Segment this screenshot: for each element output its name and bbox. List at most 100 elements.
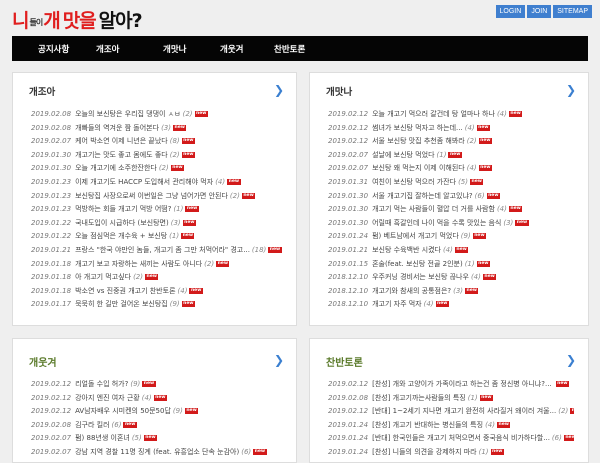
- panel-title: 개웃겨: [29, 358, 57, 369]
- new-badge: new: [241, 192, 256, 199]
- list-item[interactable]: 2019.02.07 설날에 보신탕 먹었다 (1) new: [328, 149, 574, 163]
- new-badge: new: [472, 233, 487, 240]
- list-item[interactable]: 2019.02.07 보신탕 왜 먹는지 이제 이해된다 (4) new: [328, 162, 574, 176]
- list-item[interactable]: 2019.02.08 개빠들의 역겨운 짬 돌어본다 (3) new: [31, 122, 282, 136]
- comment-count: (2): [182, 110, 193, 118]
- list-item[interactable]: 2019.01.17 묵묵히 한 길만 걸어온 보신탕집 (9) new: [31, 298, 282, 312]
- list-item[interactable]: 2019.01.24 펌) 베트남에서 개고기 먹었다 (9) new: [328, 230, 574, 244]
- list-item[interactable]: 2018.12.10 개고기와 참새의 공통점은? (3) new: [328, 285, 574, 299]
- post-date: 2019.01.18: [31, 286, 72, 295]
- chevron-right-icon[interactable]: ❯: [274, 83, 284, 97]
- list-item[interactable]: 2018.12.10 개고기 자주 먹자 (4) new: [328, 298, 574, 312]
- comment-count: (9): [169, 300, 180, 309]
- post-title: 혼술(feat. 보신탕 전골 2인분): [372, 259, 463, 268]
- nav-item-gaemanna[interactable]: 개맛나: [163, 43, 186, 55]
- list-item[interactable]: 2018.12.10 우주커닝 경비서는 보신탕 끊나우 (4) new: [328, 271, 574, 285]
- list-item[interactable]: 2019.02.08 오늘의 보신탕은 우리집 댕댕이 ㅅㅂ (2) new: [31, 108, 282, 122]
- list-item[interactable]: 2019.02.07 펌) 88년생 이혼녀 (5) new: [31, 432, 282, 446]
- list-item[interactable]: 2019.02.07 케어 박소연 이제 니년은 끝났다 (8) new: [31, 135, 282, 149]
- list-item[interactable]: 2019.02.12 리얼돌 수입 허가? (9) new: [31, 378, 282, 392]
- post-list: 2019.02.12 오늘 개고기 먹으러 갈건데 탕 얼마나 하나 (4) new 2…: [328, 108, 574, 312]
- comment-count: (8): [169, 137, 180, 146]
- new-badge: new: [181, 233, 195, 240]
- new-badge: new: [469, 178, 484, 185]
- comment-count: (6): [474, 191, 485, 200]
- post-list: 2019.02.12 리얼돌 수입 허가? (9) new 2019.02.12 강아지 …: [31, 378, 282, 460]
- join-button[interactable]: JOIN: [527, 5, 552, 18]
- list-item[interactable]: 2019.01.23 이제 개고기도 HACCP 도입해서 관리해야 먹자 (4) n…: [31, 176, 282, 190]
- list-item[interactable]: 2019.02.12 서울 보신탕 맛집 추천좀 해봐라 (2) new: [328, 135, 574, 149]
- list-item[interactable]: 2019.02.07 강남 지역 경찰 11명 징계 (feat. 유흥업소 단속…: [31, 446, 282, 460]
- post-title: 썸녀가 보신탕 먹자고 하는데...: [372, 123, 463, 132]
- nav-item-gaejoa[interactable]: 개조아: [96, 43, 119, 55]
- list-item[interactable]: 2019.01.30 개고기 먹는 사람들이 혈압 더 거를 사람함 (4) new: [328, 203, 574, 217]
- list-item[interactable]: 2019.01.30 오늘 개고기에 소주한잔한다 (2) new: [31, 162, 282, 176]
- list-item[interactable]: 2019.01.23 먹방하는 회들 개고기 먹방 어떰? (1) new: [31, 203, 282, 217]
- new-badge: new: [181, 151, 196, 158]
- list-item[interactable]: 2019.01.30 어릴때 흑갈인데 나이 먹을 수록 맛있는 음식 (3) new: [328, 217, 574, 231]
- post-date: 2019.01.21: [31, 245, 72, 254]
- post-title: 국내도입이 시급하다 (보신탕면): [75, 218, 169, 227]
- list-item[interactable]: 2019.01.24 [찬성] 개고기 반대하는 병신들의 특징 (4) new: [328, 419, 574, 433]
- nav-item-gaeutgyeo[interactable]: 개웃겨: [220, 43, 243, 55]
- panel-debate: 찬반토론 ❯ 2019.02.12 [찬성] 개와 고양이가 가족이라고 하는건 …: [309, 338, 589, 463]
- post-title: 개고기와 참새의 공통점은?: [372, 286, 452, 295]
- list-item[interactable]: 2019.01.23 보신탕집 사장으로써 이번일은 그냥 넘어가면 안된다 (2)…: [31, 190, 282, 204]
- post-date: 2019.01.30: [328, 218, 369, 227]
- new-badge: new: [123, 421, 137, 428]
- post-title: 우주커닝 경비서는 보신탕 끊나우: [372, 273, 469, 282]
- comment-count: (1): [169, 232, 180, 241]
- nav-item-debate[interactable]: 찬반토론: [274, 43, 305, 55]
- post-date: 2019.02.12: [328, 123, 369, 132]
- list-item[interactable]: 2019.01.24 [찬성] 니들의 의견을 강제하지 마라 (1) new: [328, 446, 574, 460]
- post-title: 프랑스 "한국 야만인 놈들, 개고기 좀 그만 처먹어라" 경고...: [75, 245, 250, 254]
- panel-gaemanna: 개맛나 ❯ 2019.02.12 오늘 개고기 먹으러 갈건데 탕 얼마나 하나(…: [309, 72, 589, 326]
- chevron-right-icon[interactable]: ❯: [274, 353, 284, 367]
- post-title: 개고기는 맛도 좋고 몸에도 좋다: [75, 150, 168, 159]
- post-date: 2019.01.15: [328, 259, 369, 268]
- site-logo[interactable]: 니 들이 개 맛을 알아?: [12, 6, 143, 32]
- nav-item-notice[interactable]: 공지사항: [38, 43, 69, 55]
- post-date: 2018.12.10: [328, 286, 369, 295]
- new-badge: new: [476, 260, 491, 267]
- list-item[interactable]: 2019.02.08 김구라 킬러 (6) new: [31, 419, 282, 433]
- list-item[interactable]: 2019.01.18 개고기 보고 자랑하는 새끼는 사람도 아니다 (2) new: [31, 258, 282, 272]
- post-title: 케어 박소연 이제 니년은 끝났다: [75, 137, 168, 146]
- list-item[interactable]: 2019.01.15 혼술(feat. 보신탕 전골 2인분) (1) new: [328, 258, 574, 272]
- list-item[interactable]: 2019.02.12 썸녀가 보신탕 먹자고 하는데... (4) new: [328, 122, 574, 136]
- list-item[interactable]: 2019.02.12 강아지 엔진 여자 근황 (4) new: [31, 392, 282, 406]
- post-date: 2019.02.12: [31, 380, 72, 388]
- sitemap-button[interactable]: SITEMAP: [553, 5, 592, 18]
- new-badge: new: [253, 448, 267, 455]
- new-badge: new: [490, 448, 504, 455]
- list-item[interactable]: 2019.02.12 [반대] 1~2세기 지나면 개고기 완전히 사라질거 왜이…: [328, 405, 574, 419]
- list-item[interactable]: 2019.01.30 서울 개고기집 잘하는데 알고있냐? (6) new: [328, 190, 574, 204]
- post-title: 펌) 88년생 이혼녀: [75, 434, 130, 443]
- list-item[interactable]: 2019.02.12 오늘 개고기 먹으러 갈건데 탕 얼마나 하나 (4) new: [328, 108, 574, 122]
- list-item[interactable]: 2019.01.18 아 개고기 먹고싶다 (2) new: [31, 271, 282, 285]
- list-item[interactable]: 2019.02.12 [찬성] 개와 고양이가 가족이라고 하는건 좀 정신병 아…: [328, 378, 574, 392]
- post-date: 2019.01.23: [31, 191, 72, 200]
- post-title: 보신탕 왜 먹는지 이제 이해된다: [372, 164, 465, 173]
- post-title: 오늘의 보신탕은 우리집 댕댕이 ㅅㅂ: [75, 110, 181, 118]
- post-date: 2019.02.12: [31, 407, 72, 416]
- comment-count: (6): [551, 434, 562, 443]
- panel-gaejoa: 개조아 ❯ 2019.02.08 오늘의 보신탕은 우리집 댕댕이 ㅅㅂ (2) ne…: [12, 72, 297, 326]
- list-item[interactable]: 2019.02.12 AV남자배우 시미켄의 50문50답 (9) new: [31, 405, 282, 419]
- post-date: 2019.02.12: [328, 137, 369, 146]
- list-item[interactable]: 2019.01.30 개고기는 맛도 좋고 몸에도 좋다 (2) new: [31, 149, 282, 163]
- list-item[interactable]: 2019.01.18 박소연 vs 진중권 개고기 찬반토론 (4) new: [31, 285, 282, 299]
- list-item[interactable]: 2019.01.22 오늘 점심먹은 개수육 + 보신탕 (1) new: [31, 230, 282, 244]
- chevron-right-icon[interactable]: ❯: [566, 83, 576, 97]
- chevron-right-icon[interactable]: ❯: [566, 353, 576, 367]
- list-item[interactable]: 2019.01.22 국내도입이 시급하다 (보신탕면) (3) new: [31, 217, 282, 231]
- login-button[interactable]: LOGIN: [495, 5, 526, 18]
- list-item[interactable]: 2019.01.24 [반대] 한국인들은 개고기 처먹으면서 중국음식 비가하다…: [328, 432, 574, 446]
- list-item[interactable]: 2019.01.21 보신탕 수육백반 시켰다 (4) new: [328, 244, 574, 258]
- list-item[interactable]: 2019.01.21 프랑스 "한국 야만인 놈들, 개고기 좀 그만 처먹어라"…: [31, 244, 282, 258]
- comment-count: (1): [173, 205, 184, 214]
- list-item[interactable]: 2019.02.08 [찬성] 개고기까는사람들의 특징 (1) new: [328, 392, 574, 406]
- new-badge: new: [555, 381, 570, 387]
- list-item[interactable]: 2019.01.31 여친이 보신탕 먹으러 가잔다 (5) new: [328, 176, 574, 190]
- new-badge: new: [216, 260, 230, 267]
